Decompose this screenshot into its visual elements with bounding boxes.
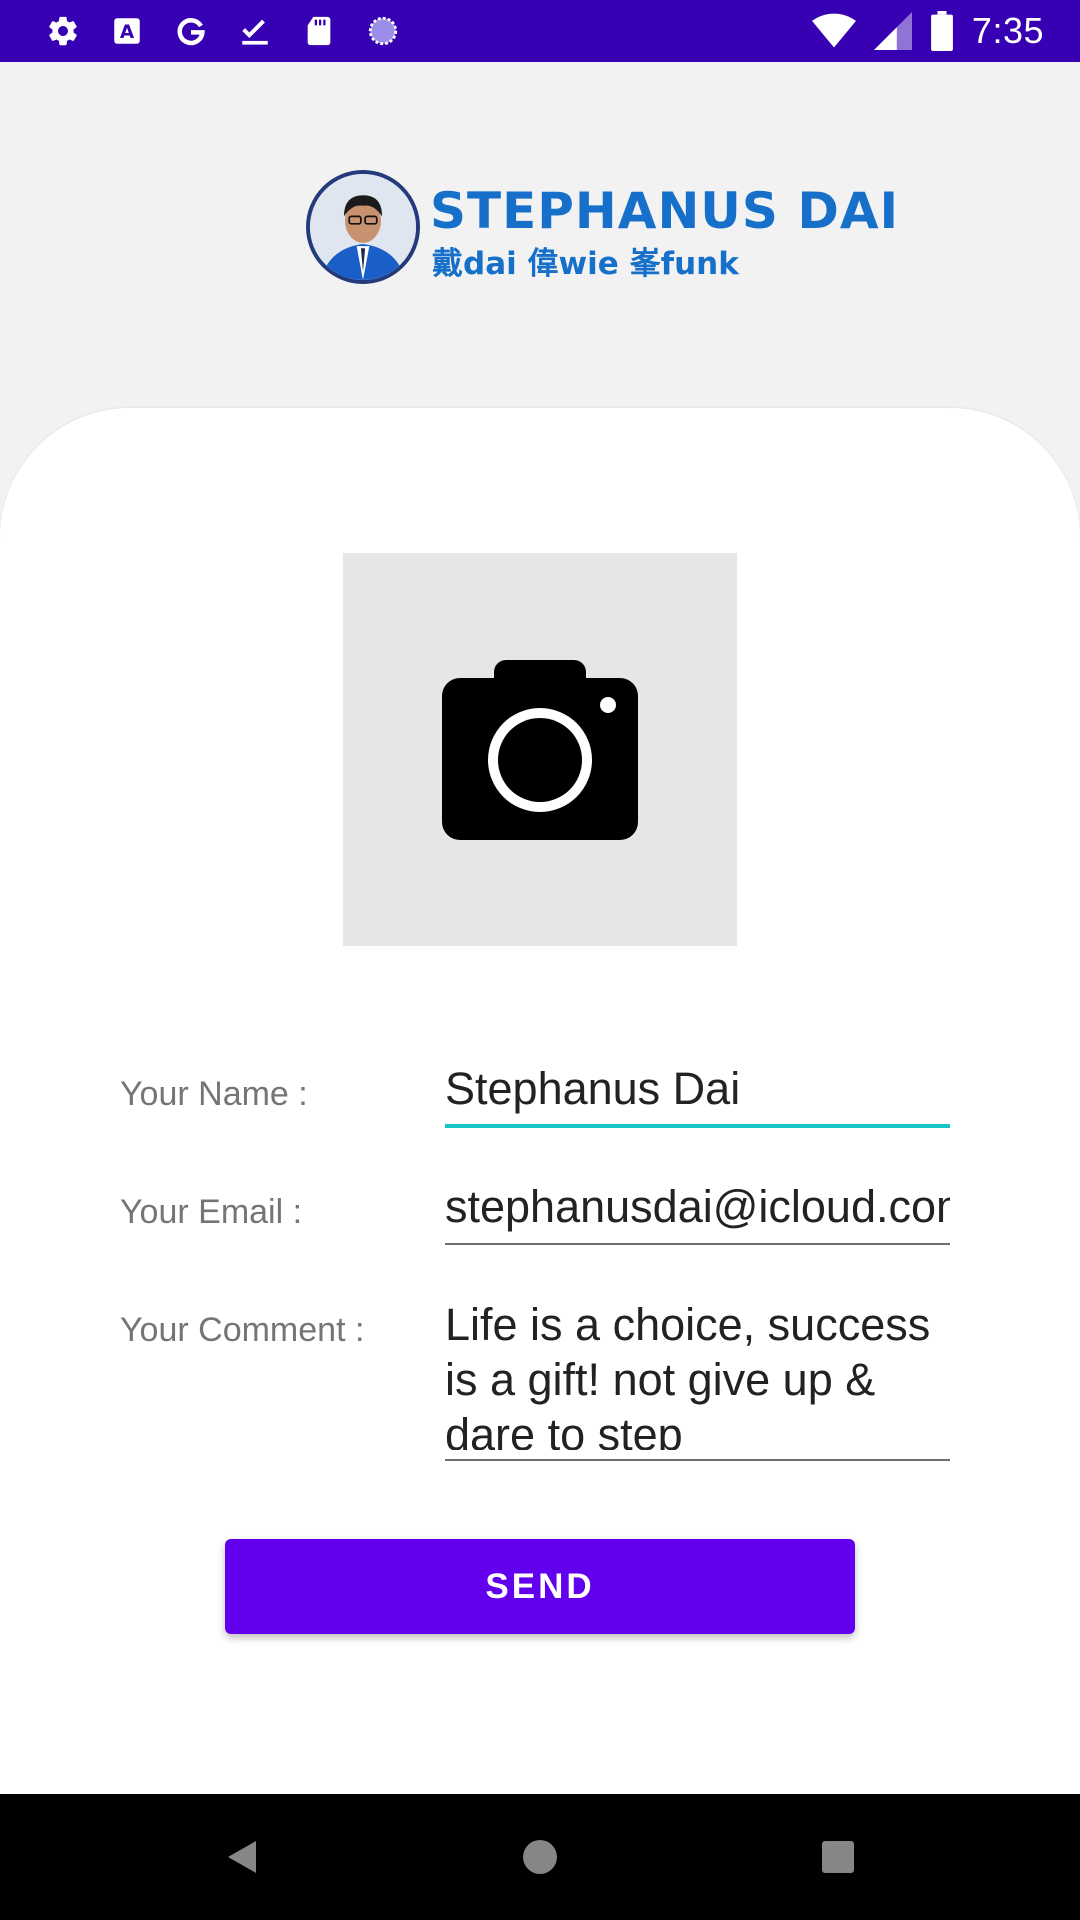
task-check-icon: [238, 14, 272, 48]
header: STEPHANUS DAI 戴dai 偉wie 峯funk: [0, 62, 1080, 408]
loading-circle-icon: [366, 14, 400, 48]
logo-subtitle: 戴dai 偉wie 峯funk: [432, 246, 739, 282]
font-a-icon: A: [110, 14, 144, 48]
signal-icon: [873, 11, 912, 51]
sd-card-icon: [302, 14, 336, 48]
status-notification-icons: A: [46, 14, 400, 48]
status-bar: A 7:35: [0, 0, 1080, 62]
logo-title: STEPHANUS DAI: [430, 182, 900, 240]
form-card: Your Name : Stephanus Dai Your Email : s…: [0, 408, 1080, 1794]
recents-icon[interactable]: [818, 1837, 858, 1877]
home-icon[interactable]: [520, 1837, 560, 1877]
email-input-underline: [445, 1243, 950, 1245]
name-input[interactable]: Stephanus Dai: [445, 1063, 950, 1115]
status-system-icons: 7:35: [811, 10, 1044, 52]
comment-input-underline: [445, 1459, 950, 1461]
email-input[interactable]: stephanusdai@icloud.com: [445, 1181, 950, 1233]
google-g-icon: [174, 14, 208, 48]
brand-logo: STEPHANUS DAI 戴dai 偉wie 峯funk: [306, 168, 898, 288]
navigation-bar: [0, 1794, 1080, 1920]
settings-icon: [46, 14, 80, 48]
comment-label: Your Comment :: [120, 1311, 365, 1349]
logo-avatar: [306, 170, 420, 284]
send-button[interactable]: SEND: [225, 1539, 855, 1634]
comment-input[interactable]: Life is a choice, success is a gift! not…: [445, 1297, 950, 1450]
name-label: Your Name :: [120, 1075, 308, 1113]
camera-icon: [442, 659, 638, 840]
battery-icon: [930, 11, 954, 51]
photo-picker[interactable]: [343, 553, 737, 946]
svg-text:A: A: [120, 22, 135, 43]
wifi-icon: [811, 11, 856, 51]
status-time: 7:35: [971, 10, 1044, 51]
email-label: Your Email :: [120, 1193, 303, 1231]
back-icon[interactable]: [222, 1837, 262, 1877]
name-input-underline: [445, 1124, 950, 1128]
